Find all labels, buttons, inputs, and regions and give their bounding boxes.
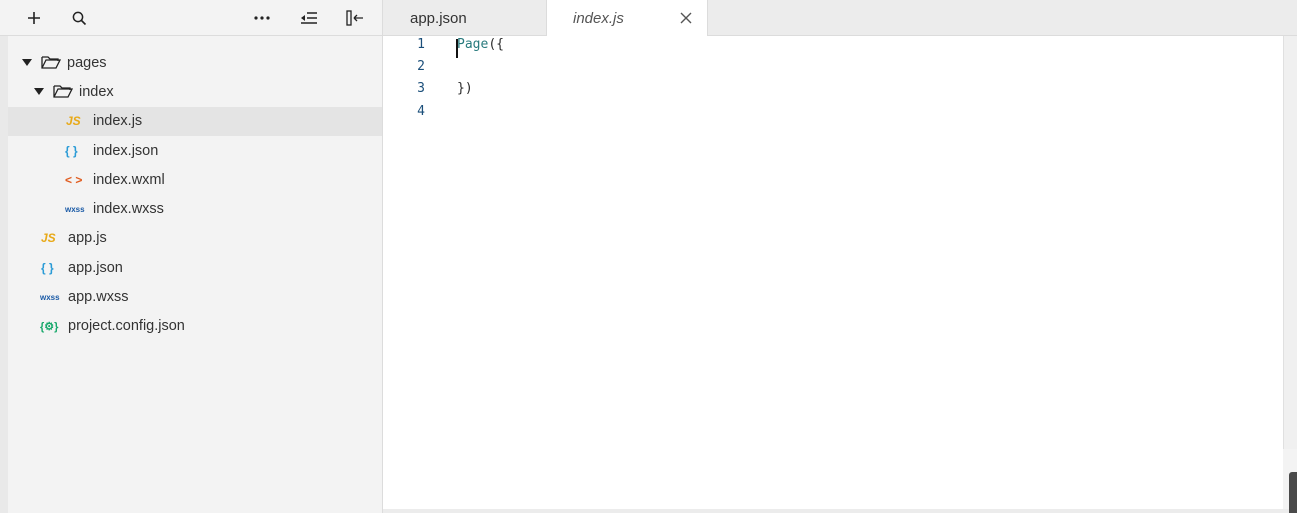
line-number: 1: [417, 37, 425, 52]
tree-item-label: pages: [67, 54, 107, 71]
line-number: 3: [417, 81, 425, 96]
more-icon[interactable]: [250, 6, 274, 30]
line-number: 4: [417, 104, 425, 119]
tree-item-project-config-json[interactable]: {⚙} project.config.json: [8, 312, 382, 341]
tab-index-js[interactable]: index.js: [546, 0, 708, 37]
tree-item-index-wxss[interactable]: wxss index.wxss: [8, 194, 382, 223]
wxml-file-icon: < >: [65, 172, 83, 187]
tree-item-index-wxml[interactable]: < > index.wxml: [8, 165, 382, 194]
line-number: 2: [417, 59, 425, 74]
tab-app-json[interactable]: app.json: [383, 0, 547, 36]
search-icon[interactable]: [67, 6, 91, 30]
json-file-icon: { }: [65, 143, 78, 158]
code-line: 2: [383, 59, 1283, 81]
tree-item-label: app.js: [68, 230, 107, 247]
config-file-icon: {⚙}: [40, 320, 59, 333]
code-token-punctuation: ({: [488, 37, 504, 52]
code-text: }): [457, 81, 473, 96]
wxss-file-icon: wxss: [65, 204, 85, 214]
code-line: 4: [383, 104, 1283, 126]
folder-open-icon: [41, 54, 62, 73]
file-explorer: pages index JS index.js { } index.json <…: [0, 0, 383, 513]
editor-tab-bar: app.json index.js: [383, 0, 1297, 37]
tree-item-label: index.wxss: [93, 201, 164, 218]
tree-item-label: app.wxss: [68, 289, 129, 306]
tab-label: app.json: [410, 9, 467, 27]
explorer-toolbar: [0, 0, 382, 36]
explorer-gutter: [0, 36, 8, 513]
js-file-icon: JS: [66, 114, 81, 129]
hide-sidebar-icon[interactable]: [343, 6, 367, 30]
tree-item-label: app.json: [68, 259, 123, 276]
panel-resize-handle[interactable]: [1289, 472, 1297, 513]
tree-item-index-js[interactable]: JS index.js: [8, 106, 382, 136]
tab-label: index.js: [573, 10, 624, 27]
vertical-scrollbar[interactable]: [1283, 36, 1297, 449]
chevron-down-icon[interactable]: [34, 88, 44, 96]
tree-item-index-json[interactable]: { } index.json: [8, 136, 382, 165]
tree-item-label: index: [79, 83, 114, 100]
tree-item-app-json[interactable]: { } app.json: [8, 253, 382, 282]
tree-item-app-wxss[interactable]: wxss app.wxss: [8, 282, 382, 311]
tree-item-app-js[interactable]: JS app.js: [8, 224, 382, 253]
collapse-all-icon[interactable]: [297, 6, 321, 30]
tree-item-label: project.config.json: [68, 318, 185, 335]
tree-item-label: index.js: [93, 113, 143, 130]
code-token-function: Page: [457, 37, 489, 52]
tree-item-label: index.wxml: [93, 171, 165, 188]
tree-item-index-folder[interactable]: index: [8, 77, 382, 106]
json-file-icon: { }: [41, 260, 54, 275]
js-file-icon: JS: [41, 231, 56, 246]
code-line: 1 Page({: [383, 37, 1283, 59]
wxss-file-icon: wxss: [40, 292, 60, 302]
file-tree: pages index JS index.js { } index.json <…: [8, 48, 382, 341]
code-editor[interactable]: 1 Page({ 2 3 }) 4: [383, 36, 1283, 509]
tree-item-label: index.json: [93, 142, 159, 159]
tree-item-pages-folder[interactable]: pages: [8, 48, 382, 77]
editor-bottom-border: [383, 509, 1297, 513]
close-icon[interactable]: [677, 9, 695, 27]
chevron-down-icon[interactable]: [22, 59, 32, 67]
code-text: Page({: [457, 37, 504, 52]
add-icon[interactable]: [22, 6, 46, 30]
code-line: 3 }): [383, 81, 1283, 103]
folder-open-icon: [53, 83, 74, 102]
